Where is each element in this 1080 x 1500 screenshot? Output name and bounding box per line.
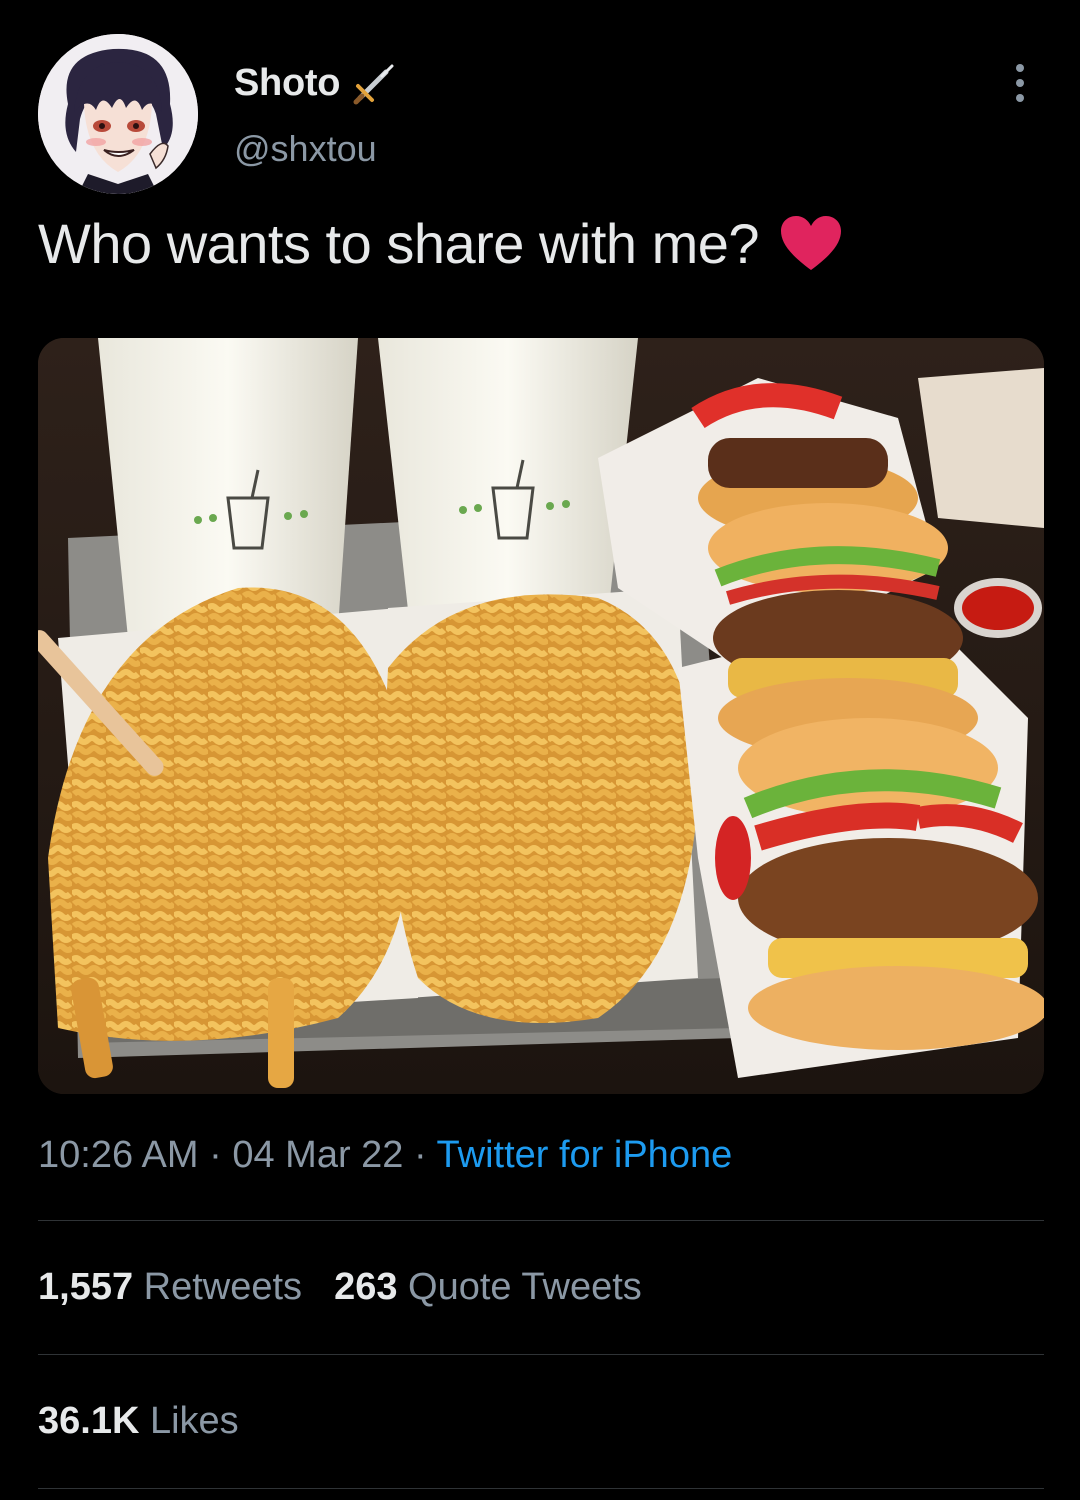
handle[interactable]: @shxtou	[234, 128, 377, 170]
avatar[interactable]	[38, 34, 198, 194]
divider	[38, 1488, 1044, 1489]
more-options-icon[interactable]	[1008, 60, 1032, 106]
quote-tweets-link[interactable]: 263 Quote Tweets	[334, 1266, 642, 1309]
tweet-source-link[interactable]: Twitter for iPhone	[437, 1134, 733, 1176]
retweet-quote-stats: 1,557 Retweets 263 Quote Tweets	[38, 1266, 674, 1309]
quote-tweets-count: 263	[334, 1266, 398, 1308]
divider	[38, 1354, 1044, 1355]
likes-count: 36.1K	[38, 1400, 140, 1442]
meta-separator: ·	[198, 1134, 233, 1176]
tweet-header: Shoto @shxtou	[38, 34, 1042, 198]
likes-stats: 36.1K Likes	[38, 1400, 271, 1443]
retweets-link[interactable]: 1,557 Retweets	[38, 1266, 302, 1309]
dagger-icon	[353, 64, 394, 105]
meta-separator: ·	[403, 1134, 437, 1176]
tweet-photo[interactable]	[38, 338, 1044, 1094]
name-row: Shoto	[234, 60, 398, 106]
tweet-metadata: 10:26 AM · 04 Mar 22 · Twitter for iPhon…	[38, 1134, 732, 1177]
red-heart-icon	[781, 216, 842, 270]
quote-tweets-label: Quote Tweets	[408, 1266, 642, 1308]
retweets-count: 1,557	[38, 1266, 134, 1308]
likes-label: Likes	[149, 1400, 239, 1442]
food-photo-illustration	[38, 338, 1044, 1094]
display-name[interactable]: Shoto	[234, 62, 340, 105]
tweet-text: Who wants to share with me?	[38, 208, 1038, 280]
retweets-label: Retweets	[143, 1266, 303, 1308]
tweet-time[interactable]: 10:26 AM	[38, 1134, 199, 1176]
avatar-image	[38, 34, 198, 194]
likes-link[interactable]: 36.1K Likes	[38, 1400, 239, 1443]
divider	[38, 1220, 1044, 1221]
tweet-text-content: Who wants to share with me?	[38, 212, 760, 275]
tweet-date[interactable]: 04 Mar 22	[232, 1134, 403, 1176]
